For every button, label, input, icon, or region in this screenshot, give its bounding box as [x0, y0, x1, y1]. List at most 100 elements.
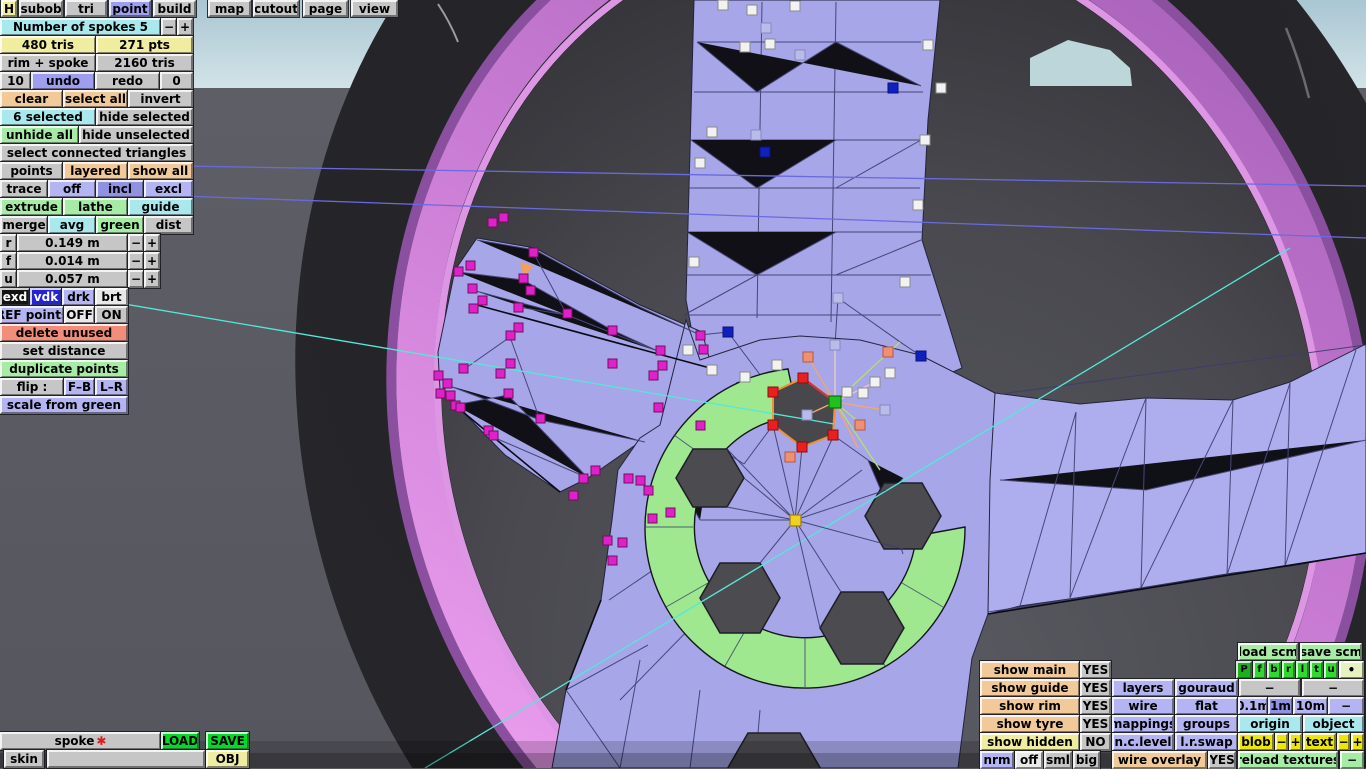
menu-map[interactable]: map	[207, 0, 252, 18]
select-connected-button[interactable]: select connected triangles	[0, 143, 194, 163]
r-value-field[interactable]: 0.149 m	[16, 233, 129, 253]
nrm-label[interactable]: nrm	[979, 750, 1015, 769]
spokes-plus-button[interactable]: +	[176, 17, 194, 37]
f-value-field[interactable]: 0.014 m	[16, 251, 129, 271]
menu-build[interactable]: build	[152, 0, 197, 18]
u-value-field[interactable]: 0.057 m	[16, 269, 129, 289]
text-button[interactable]: text	[1302, 732, 1337, 752]
unhide-all-button[interactable]: unhide all	[0, 125, 80, 145]
show-rim-value[interactable]: YES	[1079, 696, 1112, 716]
guide-button[interactable]: guide	[127, 197, 194, 217]
u-minus-button[interactable]: −	[127, 269, 145, 289]
reload-dash-button[interactable]: −	[1339, 750, 1365, 769]
menu-h[interactable]: H	[0, 0, 18, 18]
rim-spoke-button[interactable]: rim + spoke	[0, 53, 97, 73]
redo-button[interactable]: redo	[94, 71, 161, 91]
scale-from-green-button[interactable]: scale from green	[0, 395, 129, 415]
nrm-off-button[interactable]: off	[1014, 750, 1044, 769]
axis-t-button[interactable]: t	[1309, 660, 1324, 680]
layers-button[interactable]: layers	[1111, 678, 1175, 698]
r-minus-button[interactable]: −	[127, 233, 145, 253]
layered-button[interactable]: layered	[62, 161, 129, 181]
ref-points-off-button[interactable]: OFF	[63, 305, 96, 325]
f-minus-button[interactable]: −	[127, 251, 145, 271]
nrm-big-button[interactable]: big	[1072, 750, 1101, 769]
show-all-button[interactable]: show all	[127, 161, 194, 181]
text-minus-button[interactable]: −	[1336, 732, 1351, 752]
grid-1m-button[interactable]: 1m	[1267, 696, 1294, 716]
reload-textures-button[interactable]: reload textures	[1237, 750, 1339, 769]
ref-points-label[interactable]: REF points	[0, 305, 65, 325]
show-tyre-value[interactable]: YES	[1079, 714, 1112, 734]
lathe-button[interactable]: lathe	[62, 197, 129, 217]
blob-minus-button[interactable]: −	[1274, 732, 1289, 752]
load-scm-button[interactable]: load scm	[1237, 642, 1299, 662]
save-button[interactable]: SAVE	[205, 731, 250, 751]
spokes-minus-button[interactable]: −	[160, 17, 178, 37]
avg-button[interactable]: avg	[47, 215, 97, 235]
skin-button[interactable]: skin	[3, 749, 45, 769]
spokes-count[interactable]: Number of spokes 5	[0, 17, 162, 37]
show-rim-toggle[interactable]: show rim	[979, 696, 1081, 716]
show-hidden-toggle[interactable]: show hidden	[979, 732, 1081, 752]
dash-button-1[interactable]: −	[1238, 678, 1301, 698]
show-main-value[interactable]: YES	[1079, 660, 1112, 680]
blob-button[interactable]: blob	[1237, 732, 1275, 752]
brt-button[interactable]: brt	[94, 287, 129, 307]
filename-field[interactable]: spoke ✱	[0, 731, 162, 751]
axis-u-button[interactable]: u	[1323, 660, 1339, 680]
dist-button[interactable]: dist	[143, 215, 194, 235]
menu-cutout[interactable]: cutout	[252, 0, 300, 18]
axis-f-button[interactable]: f	[1252, 660, 1267, 680]
text-plus-button[interactable]: +	[1350, 732, 1365, 752]
load-button[interactable]: LOAD	[160, 731, 200, 751]
nc-level-button[interactable]: n.c.level	[1111, 732, 1175, 752]
axis-r-button[interactable]: r	[1281, 660, 1296, 680]
green-button[interactable]: green	[95, 215, 145, 235]
invert-button[interactable]: invert	[127, 89, 194, 109]
show-guide-value[interactable]: YES	[1079, 678, 1112, 698]
vdk-button[interactable]: vdk	[29, 287, 63, 307]
exd-button[interactable]: exd	[0, 287, 31, 307]
axis-b-button[interactable]: b	[1266, 660, 1282, 680]
mappings-button[interactable]: mappings	[1111, 714, 1175, 734]
groups-button[interactable]: groups	[1174, 714, 1239, 734]
flip-fb-button[interactable]: F–B	[63, 377, 96, 397]
trace-incl-button[interactable]: incl	[95, 179, 145, 199]
wire-button[interactable]: wire	[1111, 696, 1175, 716]
menu-view[interactable]: view	[350, 0, 399, 18]
wire-overlay-value[interactable]: YES	[1207, 750, 1237, 769]
undo-button[interactable]: undo	[30, 71, 96, 91]
axis-p-button[interactable]: P	[1235, 660, 1253, 680]
show-hidden-value[interactable]: NO	[1079, 732, 1112, 752]
grid-10m-button[interactable]: 10m	[1292, 696, 1329, 716]
flip-lr-button[interactable]: L–R	[94, 377, 129, 397]
menu-point[interactable]: point	[108, 0, 152, 18]
nrm-sml-button[interactable]: sml	[1043, 750, 1073, 769]
r-plus-button[interactable]: +	[143, 233, 161, 253]
delete-unused-button[interactable]: delete unused	[0, 323, 129, 343]
u-plus-button[interactable]: +	[143, 269, 161, 289]
select-all-button[interactable]: select all	[62, 89, 129, 109]
dash-button-2[interactable]: −	[1301, 678, 1365, 698]
lr-swap-button[interactable]: l.r.swap	[1174, 732, 1239, 752]
point-yellow[interactable]	[789, 514, 802, 527]
obj-button[interactable]: OBJ	[205, 749, 250, 769]
duplicate-points-button[interactable]: duplicate points	[0, 359, 129, 379]
hide-selected-button[interactable]: hide selected	[95, 107, 194, 127]
show-tyre-toggle[interactable]: show tyre	[979, 714, 1081, 734]
wire-overlay-toggle[interactable]: wire overlay	[1111, 750, 1208, 769]
points-mode-button[interactable]: points	[0, 161, 64, 181]
ref-points-on-button[interactable]: ON	[94, 305, 129, 325]
hide-unselected-button[interactable]: hide unselected	[78, 125, 194, 145]
trace-excl-button[interactable]: excl	[143, 179, 194, 199]
trace-off-button[interactable]: off	[47, 179, 97, 199]
extrude-button[interactable]: extrude	[0, 197, 64, 217]
f-plus-button[interactable]: +	[143, 251, 161, 271]
show-guide-toggle[interactable]: show guide	[979, 678, 1081, 698]
set-distance-button[interactable]: set distance	[0, 341, 129, 361]
axis-l-button[interactable]: l	[1295, 660, 1310, 680]
object-button[interactable]: object	[1302, 714, 1365, 734]
grid-dash-button[interactable]: −	[1327, 696, 1365, 716]
clear-button[interactable]: clear	[0, 89, 64, 109]
